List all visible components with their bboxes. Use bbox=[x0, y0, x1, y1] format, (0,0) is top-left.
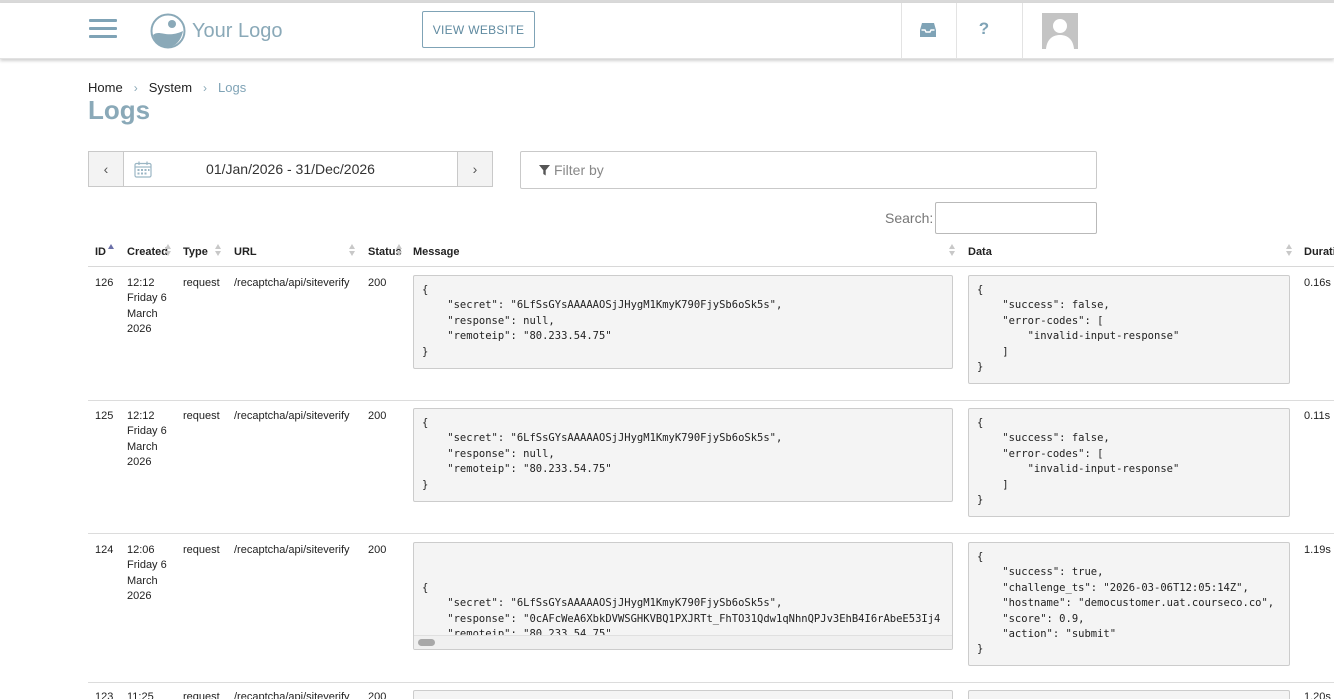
date-range-picker: ‹ 01/Jan/2026 - 31/Dec/2026 › bbox=[88, 151, 493, 187]
cell-created: 12:06 Friday 6 March 2026 bbox=[127, 544, 167, 602]
message-json-block: { "secret": "6LfSsGYsAAAAAOSjJHygM1KmyK7… bbox=[413, 408, 953, 502]
cell-duration: 1.20s bbox=[1304, 691, 1331, 699]
column-id[interactable]: ID bbox=[95, 246, 106, 258]
cell-id: 123 bbox=[95, 691, 114, 699]
cell-id: 125 bbox=[95, 410, 114, 422]
table-row[interactable]: 123 11:25 request /recaptcha/api/sitever… bbox=[88, 683, 1334, 699]
table-row[interactable]: 124 12:06 Friday 6 March 2026 request /reca… bbox=[88, 534, 1334, 683]
logo-icon bbox=[150, 13, 186, 49]
scrollbar-thumb[interactable] bbox=[418, 639, 435, 646]
column-created[interactable]: Created bbox=[127, 246, 168, 258]
cell-duration: 1.19s bbox=[1304, 544, 1331, 556]
cell-status: 200 bbox=[368, 410, 387, 422]
cell-url: /recaptcha/api/siteverify bbox=[234, 277, 350, 289]
next-range-button[interactable]: › bbox=[457, 152, 492, 186]
column-type[interactable]: Type bbox=[183, 246, 208, 258]
sort-icon[interactable] bbox=[215, 244, 222, 257]
cell-status: 200 bbox=[368, 544, 387, 556]
cell-id: 124 bbox=[95, 544, 114, 556]
breadcrumb-separator: › bbox=[133, 80, 138, 95]
table-row[interactable]: 126 12:12 Friday 6 March 2026 request /reca… bbox=[88, 268, 1334, 401]
logo-text: Your Logo bbox=[192, 19, 283, 42]
horizontal-scrollbar[interactable] bbox=[414, 635, 952, 649]
sort-icon[interactable] bbox=[396, 244, 403, 257]
table-header: ID Created Type URL Status Message Data … bbox=[88, 236, 1334, 267]
column-message[interactable]: Message bbox=[413, 246, 459, 258]
filter-icon bbox=[539, 164, 550, 175]
cell-type: request bbox=[183, 691, 220, 699]
data-json-block: { "success": true, "challenge_ts": "2026… bbox=[968, 542, 1290, 666]
top-header: Your Logo VIEW WEBSITE ? bbox=[0, 3, 1334, 59]
search-label: Search: bbox=[885, 210, 934, 226]
data-json-block bbox=[968, 690, 1290, 699]
filter-placeholder: Filter by bbox=[554, 162, 604, 178]
page-title: Logs bbox=[88, 95, 151, 125]
cell-status: 200 bbox=[368, 691, 387, 699]
inbox-icon[interactable] bbox=[919, 22, 937, 38]
header-divider bbox=[901, 3, 902, 59]
sort-icon[interactable] bbox=[1286, 244, 1293, 257]
search-input[interactable] bbox=[935, 202, 1097, 234]
previous-range-button[interactable]: ‹ bbox=[89, 152, 124, 186]
cell-type: request bbox=[183, 410, 220, 422]
logo[interactable]: Your Logo bbox=[150, 12, 282, 50]
header-divider bbox=[956, 3, 957, 59]
data-json-block: { "success": false, "error-codes": [ "in… bbox=[968, 275, 1290, 384]
data-json-block: { "success": false, "error-codes": [ "in… bbox=[968, 408, 1290, 517]
hamburger-icon[interactable] bbox=[89, 17, 117, 41]
column-data[interactable]: Data bbox=[968, 246, 992, 258]
cell-type: request bbox=[183, 544, 220, 556]
filter-input[interactable]: Filter by bbox=[520, 151, 1097, 189]
breadcrumb-logs: Logs bbox=[218, 80, 247, 95]
sort-ascending-icon[interactable] bbox=[108, 244, 115, 257]
cell-created: 11:25 bbox=[127, 691, 154, 699]
cell-url: /recaptcha/api/siteverify bbox=[234, 410, 350, 422]
date-range-field[interactable]: 01/Jan/2026 - 31/Dec/2026 bbox=[124, 152, 457, 186]
cell-url: /recaptcha/api/siteverify bbox=[234, 691, 350, 699]
message-json-block: { "secret": "6LfSsGYsAAAAAOSjJHygM1KmyK7… bbox=[413, 275, 953, 369]
breadcrumb-separator: › bbox=[203, 80, 208, 95]
column-url[interactable]: URL bbox=[234, 246, 257, 258]
cell-status: 200 bbox=[368, 277, 387, 289]
cell-created: 12:12 Friday 6 March 2026 bbox=[127, 277, 167, 335]
sort-icon[interactable] bbox=[349, 244, 356, 257]
user-avatar-icon[interactable] bbox=[1042, 13, 1078, 49]
cell-duration: 0.11s bbox=[1304, 410, 1331, 422]
sort-icon[interactable] bbox=[165, 244, 172, 257]
cell-id: 126 bbox=[95, 277, 114, 289]
message-json-block: { "secret": "6LfSsGYsAAAAAOSjJHygM1KmyK7… bbox=[413, 542, 953, 650]
cell-duration: 0.16s bbox=[1304, 277, 1331, 289]
date-range-value: 01/Jan/2026 - 31/Dec/2026 bbox=[206, 161, 375, 177]
breadcrumb-system[interactable]: System bbox=[149, 80, 192, 95]
header-divider bbox=[1022, 3, 1023, 59]
breadcrumb: Home › System › Logs bbox=[88, 80, 246, 95]
column-duration[interactable]: Durati bbox=[1304, 246, 1334, 258]
table-row[interactable]: 125 12:12 Friday 6 March 2026 request /reca… bbox=[88, 401, 1334, 534]
cell-type: request bbox=[183, 277, 220, 289]
calendar-icon bbox=[134, 161, 152, 178]
message-json-block bbox=[413, 690, 953, 699]
sort-icon[interactable] bbox=[949, 244, 956, 257]
cell-created: 12:12 Friday 6 March 2026 bbox=[127, 410, 167, 468]
view-website-button[interactable]: VIEW WEBSITE bbox=[422, 11, 535, 48]
cell-url: /recaptcha/api/siteverify bbox=[234, 544, 350, 556]
help-icon[interactable]: ? bbox=[975, 19, 993, 39]
breadcrumb-home[interactable]: Home bbox=[88, 80, 123, 95]
